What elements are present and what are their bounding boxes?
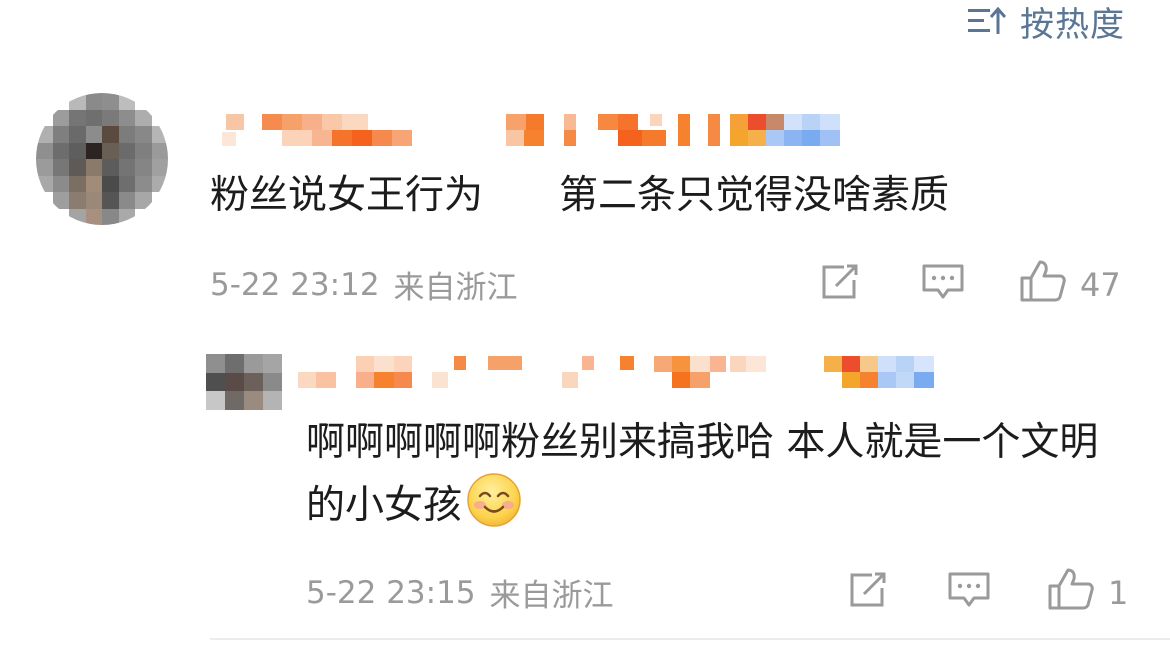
reply-date: 5-22 23:15 (306, 574, 476, 611)
comment-text: 粉丝说女王行为 第二条只觉得没啥素质 (210, 167, 949, 225)
comment-meta: 5-22 23:12 来自浙江 (210, 262, 518, 307)
comment-icon (920, 262, 966, 310)
smiling-face-icon (466, 472, 522, 545)
comment-date: 5-22 23:12 (210, 266, 380, 303)
avatar[interactable] (206, 354, 282, 410)
share-button[interactable] (818, 262, 862, 310)
like-button[interactable]: 47 (1018, 258, 1121, 312)
like-button[interactable]: 1 (1046, 566, 1128, 620)
reply-text-content: 啊啊啊啊啊粉丝别来搞我哈 本人就是一个文明的小女孩 (306, 420, 1099, 528)
comment-item: 粉丝说女王行为 第二条只觉得没啥素质 5-22 23:12 来自浙江 47 (0, 0, 1170, 330)
like-count: 1 (1108, 574, 1129, 612)
reply-item: 啊啊啊啊啊粉丝别来搞我哈 本人就是一个文明的小女孩 5-22 23:15 来自浙… (0, 330, 1170, 659)
reply-button[interactable] (920, 262, 966, 310)
username-redacted[interactable] (298, 354, 938, 394)
avatar[interactable] (36, 93, 168, 225)
thumbs-up-icon (1018, 258, 1068, 312)
reply-location: 来自浙江 (489, 578, 614, 614)
divider (210, 638, 1170, 640)
comment-icon (946, 570, 992, 618)
comment-text-part-1: 粉丝说女王行为 (210, 173, 484, 218)
share-icon (818, 262, 862, 310)
like-count: 47 (1080, 266, 1121, 304)
reply-text: 啊啊啊啊啊粉丝别来搞我哈 本人就是一个文明的小女孩 (306, 414, 1116, 545)
thumbs-up-icon (1046, 566, 1096, 620)
username-redacted[interactable] (222, 110, 844, 150)
comment-text-part-2: 第二条只觉得没啥素质 (559, 173, 950, 218)
share-button[interactable] (846, 570, 890, 618)
share-icon (846, 570, 890, 618)
reply-button[interactable] (946, 570, 992, 618)
comment-location: 来自浙江 (393, 270, 518, 306)
reply-meta: 5-22 23:15 来自浙江 (306, 570, 614, 615)
